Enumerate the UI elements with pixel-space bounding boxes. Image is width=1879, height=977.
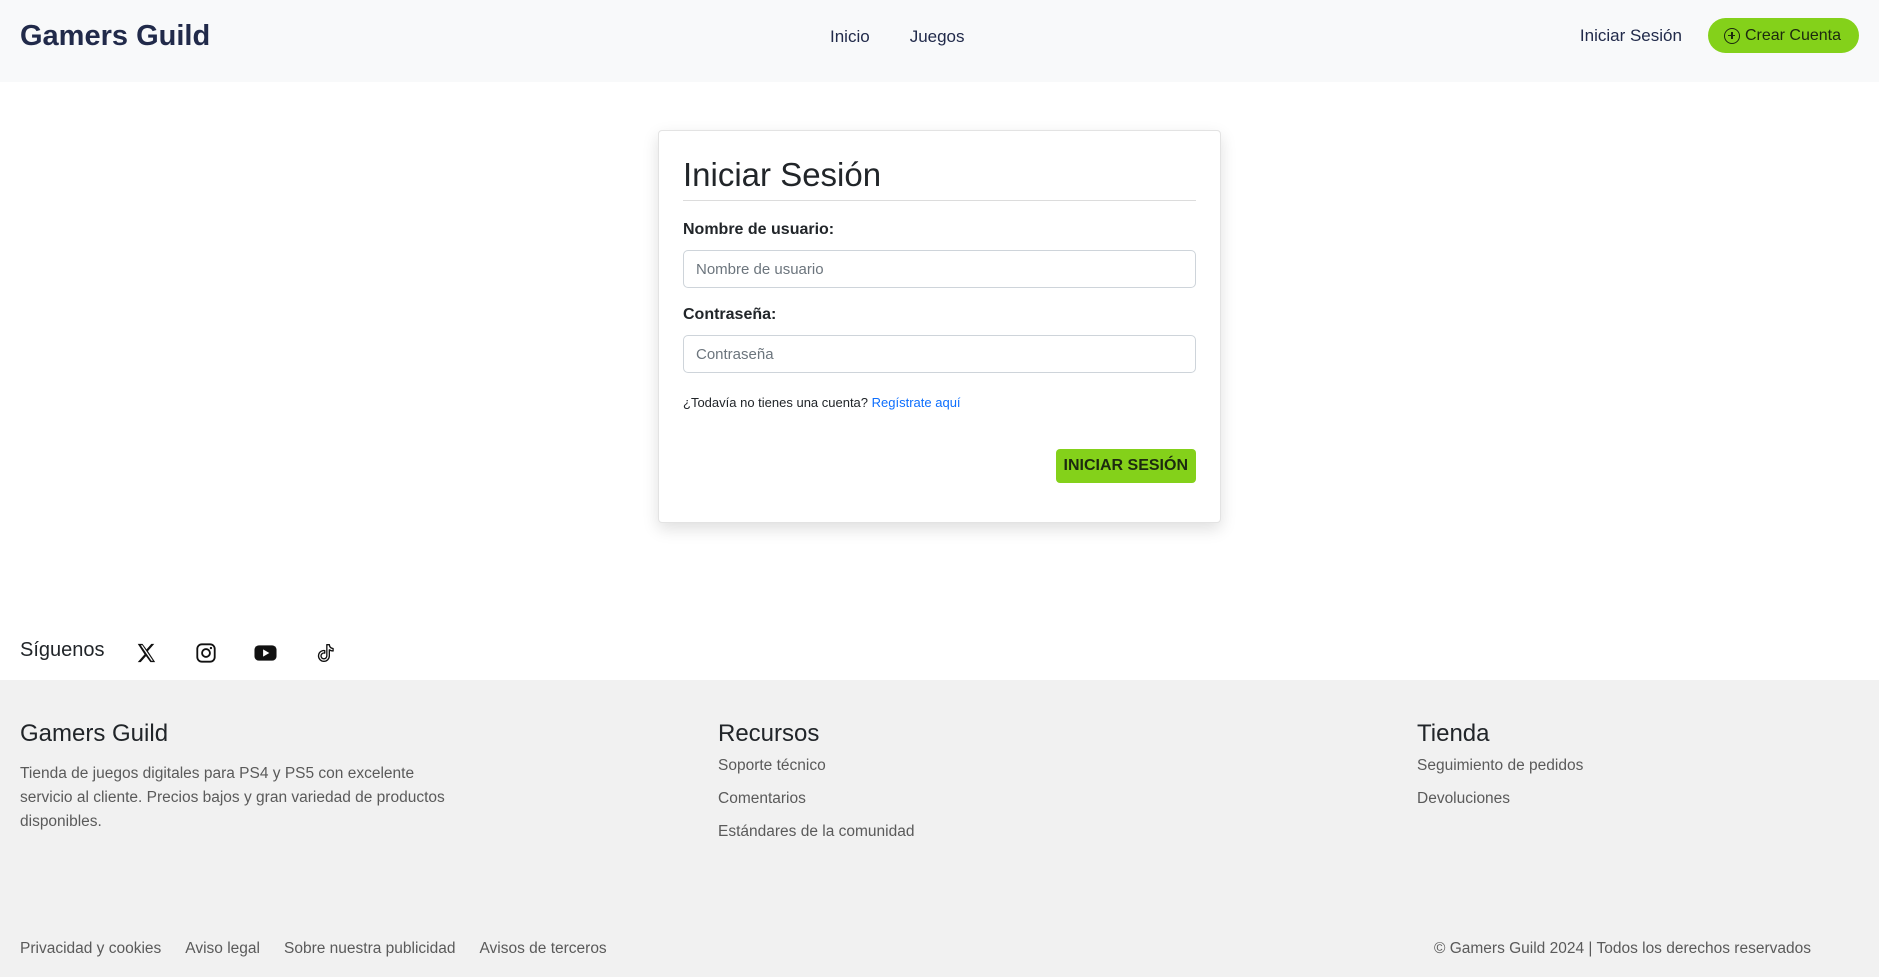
footer-store: Tienda Seguimiento de pedidos Devolucion… <box>1417 720 1583 808</box>
username-label: Nombre de usuario: <box>683 221 835 238</box>
legal-link-publicidad[interactable]: Sobre nuestra publicidad <box>284 940 455 958</box>
social-follow: Síguenos <box>20 634 373 666</box>
footer-store-title: Tienda <box>1417 720 1490 747</box>
footer-link-estandares[interactable]: Estándares de la comunidad <box>718 823 914 841</box>
create-account-button[interactable]: Crear Cuenta <box>1707 18 1859 53</box>
follow-label: Síguenos <box>20 638 105 661</box>
legal-link-aviso[interactable]: Aviso legal <box>185 940 260 958</box>
login-submit-button[interactable]: INICIAR SESIÓN <box>1055 449 1196 483</box>
password-label: Contraseña: <box>683 306 777 323</box>
plus-circle-icon <box>1723 27 1740 44</box>
brand-logo[interactable]: Gamers Guild <box>20 20 210 53</box>
copyright: © Gamers Guild 2024 | Todos los derechos… <box>1433 940 1811 957</box>
youtube-icon[interactable] <box>253 640 279 666</box>
register-link[interactable]: Regístrate aquí <box>872 395 961 410</box>
footer-about-text: Tienda de juegos digitales para PS4 y PS… <box>20 765 445 830</box>
nav-actions: Iniciar Sesión Crear Cuenta <box>1580 18 1859 53</box>
nav-link-inicio[interactable]: Inicio <box>830 27 870 47</box>
instagram-icon[interactable] <box>193 640 219 666</box>
footer-resources-title: Recursos <box>718 720 820 747</box>
create-account-label: Crear Cuenta <box>1744 26 1841 44</box>
footer-link-devoluciones[interactable]: Devoluciones <box>1417 790 1583 808</box>
footer-link-soporte[interactable]: Soporte técnico <box>718 757 914 775</box>
register-prompt: ¿Todavía no tienes una cuenta? <box>683 395 869 410</box>
password-input[interactable] <box>683 335 1196 373</box>
footer-about: Gamers Guild Tienda de juegos digitales … <box>20 720 470 834</box>
footer-resources: Recursos Soporte técnico Comentarios Est… <box>718 720 914 841</box>
main-nav: Inicio Juegos <box>830 27 965 47</box>
legal-link-terceros[interactable]: Avisos de terceros <box>479 940 606 958</box>
footer-legal-links: Privacidad y cookies Aviso legal Sobre n… <box>20 940 607 958</box>
login-title: Iniciar Sesión <box>683 156 1196 201</box>
footer-link-seguimiento[interactable]: Seguimiento de pedidos <box>1417 757 1583 775</box>
footer-link-comentarios[interactable]: Comentarios <box>718 790 914 808</box>
navbar: Gamers Guild Inicio Juegos Iniciar Sesió… <box>0 0 1879 82</box>
footer: Gamers Guild Tienda de juegos digitales … <box>0 680 1879 977</box>
tiktok-icon[interactable] <box>313 640 339 666</box>
footer-about-title: Gamers Guild <box>20 720 169 747</box>
username-input[interactable] <box>683 250 1196 288</box>
nav-login-link[interactable]: Iniciar Sesión <box>1580 26 1682 46</box>
x-icon[interactable] <box>133 640 159 666</box>
nav-link-juegos[interactable]: Juegos <box>910 27 965 47</box>
login-card: Iniciar Sesión Nombre de usuario: Contra… <box>658 130 1221 523</box>
legal-link-privacidad[interactable]: Privacidad y cookies <box>20 940 161 958</box>
register-prompt-line: ¿Todavía no tienes una cuenta? Regístrat… <box>683 395 1196 410</box>
